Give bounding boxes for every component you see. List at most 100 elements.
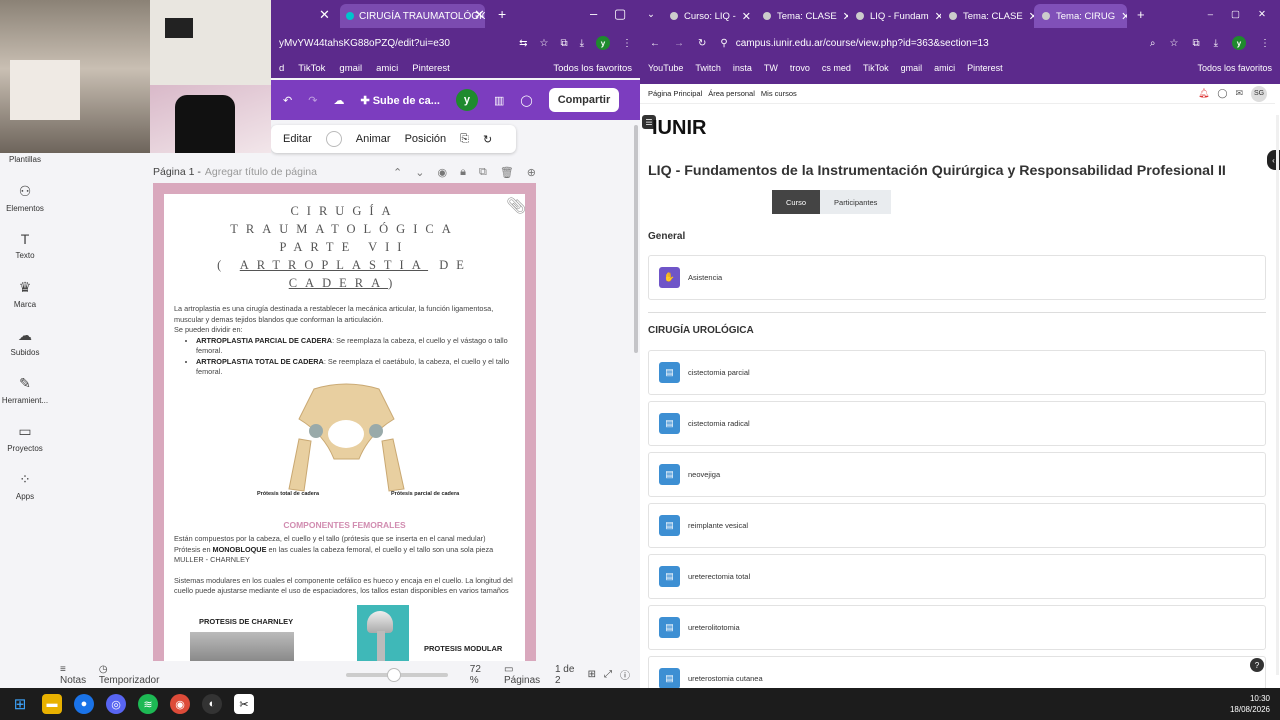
bookmark-gmail[interactable]: gmail [901, 63, 923, 73]
fullscreen-icon[interactable]: ⤢ [604, 669, 612, 680]
paint-format-icon[interactable]: ⎘ [460, 133, 469, 146]
upload-title[interactable]: ✚ Sube de ca... [360, 94, 440, 107]
color-picker[interactable] [325, 131, 342, 147]
url-input[interactable]: ⚲ campus.iunir.edu.ar/course/view.php?id=… [720, 32, 1135, 54]
tab[interactable]: Tema: CLASE ✕ [755, 4, 848, 28]
bookmark-youtube[interactable]: YouTube [648, 63, 683, 73]
lock-icon[interactable]: 🔒︎ [460, 166, 466, 179]
activity-label[interactable]: ureterectomia total [688, 572, 750, 581]
forward-icon[interactable]: → [674, 38, 684, 49]
sidebar-item-brand[interactable]: ♛ Marca [0, 279, 50, 309]
activity-item[interactable]: ▤ ureterectomia total [648, 554, 1266, 599]
activity-label[interactable]: neovejiga [688, 470, 720, 479]
iunir-logo[interactable]: IUNIR [652, 117, 712, 147]
notifications-icon[interactable]: 🔔︎ [1198, 88, 1209, 99]
hide-icon[interactable]: ◉ [437, 166, 447, 179]
new-tab-icon[interactable]: + [498, 6, 506, 22]
extension-icon[interactable]: ⧉ [1192, 38, 1199, 49]
help-button[interactable]: ? [1250, 658, 1264, 672]
profile-avatar[interactable]: y [596, 36, 610, 50]
zoom-slider[interactable] [345, 667, 448, 682]
bookmark-tiktok[interactable]: TikTok [298, 63, 325, 74]
minimize-icon[interactable]: – [1208, 9, 1213, 20]
file-explorer-icon[interactable]: ▬ [42, 694, 62, 714]
close-window-icon[interactable]: ✕ [1258, 9, 1266, 20]
notes-button[interactable]: ≡ Notas [60, 664, 91, 686]
refresh-icon[interactable]: ↻ [483, 133, 492, 146]
bookmark-amici[interactable]: amici [376, 63, 398, 74]
design-page[interactable]: 📎︎ CIRUGÍA TRAUMATOLÓGICA PARTE VII ( AR… [153, 183, 536, 661]
bookmark[interactable]: d [279, 63, 284, 74]
menu-icon[interactable]: ⋮ [622, 38, 632, 49]
minimize-icon[interactable]: – [590, 6, 597, 21]
system-clock[interactable]: 10:30 18/08/2026 [1230, 693, 1270, 715]
tab[interactable]: Tema: CLASE ✕ [941, 4, 1034, 28]
reload-icon[interactable]: ↻ [698, 38, 706, 49]
bookmark-insta[interactable]: insta [733, 63, 752, 73]
tab[interactable]: Curso: LIQ - ✕ [662, 4, 755, 28]
nav-home[interactable]: Página Principal [648, 89, 702, 98]
sidebar-item-apps[interactable]: ⁘ Apps [0, 471, 50, 501]
obs-icon[interactable]: ◐ [202, 694, 222, 714]
profile-avatar[interactable]: y [1232, 36, 1246, 50]
bookmark-amici[interactable]: amici [934, 63, 955, 73]
activity-item[interactable]: ▤ ureterostomia cutanea [648, 656, 1266, 688]
activity-label[interactable]: cistectomia radical [688, 419, 750, 428]
bookmark-tw[interactable]: TW [764, 63, 778, 73]
user-avatar[interactable]: y [455, 89, 478, 111]
bookmark-star-icon[interactable]: ☆ [1169, 38, 1178, 49]
page-title-input[interactable]: Agregar título de página [205, 166, 317, 178]
extension-icon[interactable]: ⧉ [560, 38, 567, 49]
chevron-down-icon[interactable]: ⌄ [415, 166, 424, 179]
site-info-icon[interactable]: ⚲ [720, 38, 727, 49]
bookmark-csmed[interactable]: cs med [822, 63, 851, 73]
redo-icon[interactable]: ↷ [308, 94, 317, 107]
bookmark-gmail[interactable]: gmail [339, 63, 362, 74]
close-tab-icon[interactable]: ✕ [742, 10, 751, 23]
comments-icon[interactable]: ◯ [520, 94, 532, 107]
position-button[interactable]: Posición [405, 133, 447, 145]
help-icon[interactable]: ⓘ [620, 667, 630, 682]
capcut-icon[interactable]: ✂ [234, 694, 254, 714]
spotify-icon[interactable]: ≋ [138, 694, 158, 714]
cloud-sync-icon[interactable]: ☁ [333, 94, 344, 107]
menu-icon[interactable]: ⋮ [1260, 38, 1270, 49]
bookmark-pinterest[interactable]: Pinterest [967, 63, 1003, 73]
maximize-icon[interactable]: ▢ [614, 6, 626, 22]
left-active-tab[interactable]: CIRUGÍA TRAUMATOLÓGICA P [340, 4, 485, 28]
share-button[interactable]: Compartir [548, 88, 620, 112]
all-bookmarks[interactable]: Todos los favoritos [1197, 63, 1272, 73]
sidebar-item-projects[interactable]: ▭ Proyectos [0, 423, 50, 453]
discord-icon[interactable]: ◎ [106, 694, 126, 714]
nav-my-courses[interactable]: Mis cursos [761, 89, 797, 98]
grid-view-icon[interactable]: ⊞ [588, 669, 596, 680]
page-scrollbar[interactable] [1276, 115, 1279, 675]
activity-item[interactable]: ▤ ureterolitotomia [648, 605, 1266, 650]
bookmark-pinterest[interactable]: Pinterest [412, 63, 450, 74]
timer-button[interactable]: ◷ Temporizador [99, 664, 163, 686]
bookmark-twitch[interactable]: Twitch [695, 63, 721, 73]
tab[interactable]: LIQ - Fundam ✕ [848, 4, 941, 28]
tab-participants[interactable]: Participantes [820, 190, 892, 214]
animate-button[interactable]: Animar [356, 133, 391, 145]
activity-label[interactable]: ureterostomia cutanea [688, 674, 763, 683]
close-tab-icon[interactable]: ✕ [319, 7, 330, 23]
close-tab-icon[interactable]: ✕ [1121, 10, 1127, 23]
zoom-icon[interactable]: ⌕ [1150, 38, 1156, 49]
activity-label[interactable]: cistectomia parcial [688, 368, 750, 377]
bookmark-tiktok[interactable]: TikTok [863, 63, 889, 73]
chevron-up-icon[interactable]: ⌃ [393, 166, 402, 179]
duplicate-icon[interactable]: ⧉ [479, 166, 487, 179]
new-tab-icon[interactable]: + [1137, 7, 1145, 22]
translate-icon[interactable]: ⇆ [519, 38, 527, 49]
url-text[interactable]: yMvYW44tahsKG88oPZQ/edit?ui=e30 [279, 38, 507, 49]
zoom-level[interactable]: 72 % [470, 664, 490, 686]
maximize-icon[interactable]: ▢ [1231, 9, 1240, 20]
sidebar-item-uploads[interactable]: ☁ Subidos [0, 327, 50, 357]
bookmark-star-icon[interactable]: ☆ [539, 38, 548, 49]
activity-label[interactable]: ureterolitotomia [688, 623, 740, 632]
activity-attendance[interactable]: ✋ Asistencia [648, 255, 1266, 300]
undo-icon[interactable]: ↶ [283, 94, 292, 107]
tab-search-icon[interactable]: ⌄ [640, 9, 662, 20]
activity-item[interactable]: ▤ reimplante vesical [648, 503, 1266, 548]
